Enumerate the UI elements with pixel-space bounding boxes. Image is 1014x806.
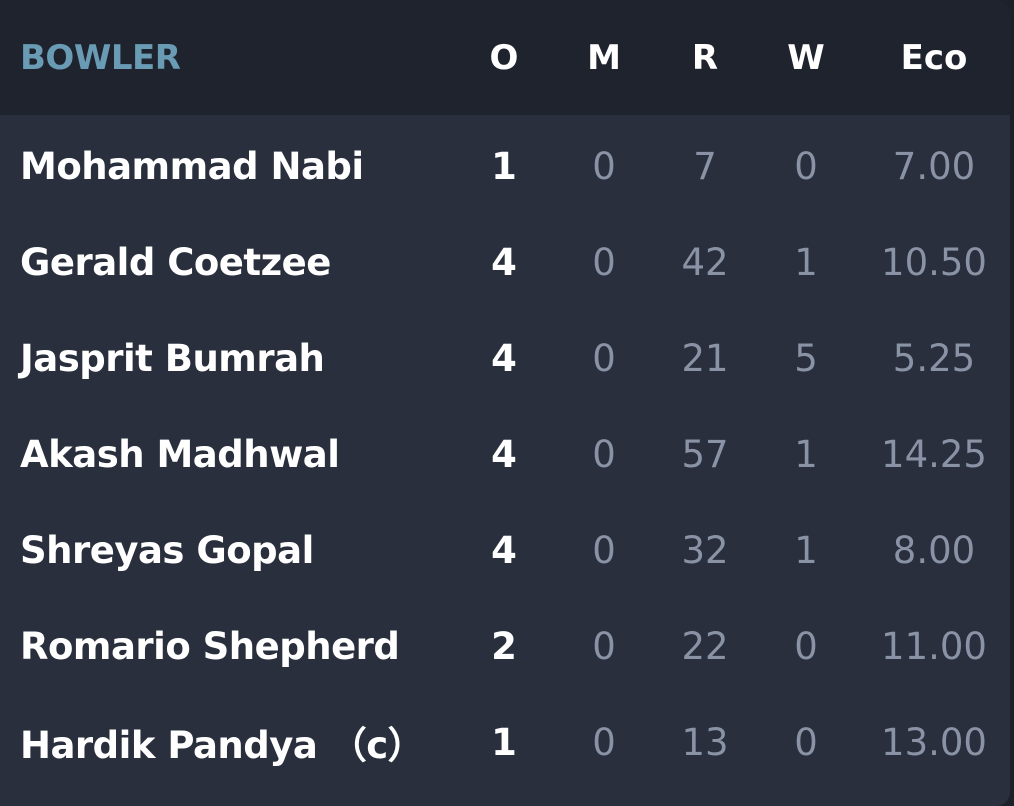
economy-value: 8.00	[892, 528, 976, 572]
wickets-value: 0	[794, 624, 818, 668]
bowler-name: Gerald Coetzee	[20, 240, 331, 284]
table-row: Gerald Coetzee 4 0 42 1 10.50	[0, 214, 1010, 310]
bowler-name: Shreyas Gopal	[20, 528, 314, 572]
table-row: Mohammad Nabi 1 0 7 0 7.00	[0, 118, 1010, 214]
wickets-value: 0	[794, 720, 818, 764]
bowler-name: Mohammad Nabi	[20, 144, 364, 188]
wickets-value: 5	[794, 336, 818, 380]
wickets-value: 1	[794, 528, 818, 572]
economy-value: 11.00	[881, 624, 987, 668]
bowler-name: Akash Madhwal	[20, 432, 340, 476]
bowler-name: Hardik Pandya （c）	[20, 724, 425, 767]
table-row: Hardik Pandya （c） 1 0 13 0 13.00	[0, 694, 1010, 790]
table-header: BOWLER O M R W Eco	[0, 0, 1010, 115]
column-header-economy: Eco	[900, 37, 968, 78]
economy-value: 10.50	[881, 240, 987, 284]
table-row: Romario Shepherd 2 0 22 0 11.00	[0, 598, 1010, 694]
table-row: Shreyas Gopal 4 0 32 1 8.00	[0, 502, 1010, 598]
wickets-value: 0	[794, 144, 818, 188]
bowling-scorecard: BOWLER O M R W Eco Mohammad Nabi 1 0 7 0…	[0, 0, 1010, 806]
economy-value: 7.00	[892, 144, 976, 188]
bowler-name: Romario Shepherd	[20, 624, 400, 668]
wickets-value: 1	[794, 240, 818, 284]
column-header-wickets: W	[787, 37, 825, 78]
table-row: Akash Madhwal 4 0 57 1 14.25	[0, 406, 1010, 502]
table-row: Jasprit Bumrah 4 0 21 5 5.25	[0, 310, 1010, 406]
economy-value: 5.25	[892, 336, 976, 380]
economy-value: 14.25	[881, 432, 987, 476]
bowler-name: Jasprit Bumrah	[20, 336, 325, 380]
wickets-value: 1	[794, 432, 818, 476]
column-header-bowler: BOWLER	[20, 37, 181, 78]
economy-value: 13.00	[881, 720, 987, 764]
